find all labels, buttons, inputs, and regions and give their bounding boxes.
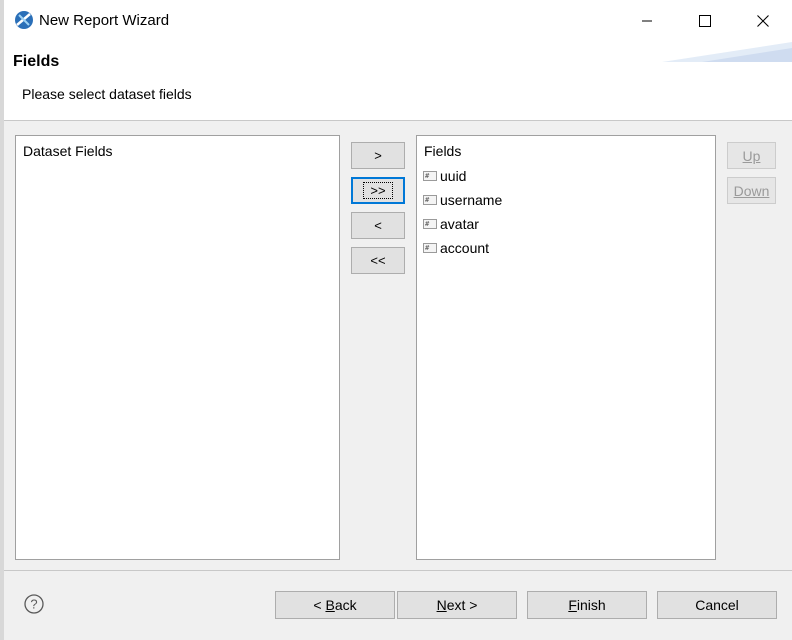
minimize-icon: [642, 20, 652, 22]
selected-fields-header: Fields: [424, 143, 462, 159]
dataset-fields-header: Dataset Fields: [23, 143, 113, 159]
eclipse-birt-icon: [15, 11, 33, 29]
field-label: username: [440, 192, 503, 208]
add-field-button[interactable]: >: [351, 142, 405, 169]
move-up-label: Up: [742, 147, 761, 164]
back-mnemonic: B: [325, 597, 335, 613]
remove-field-button[interactable]: <: [351, 212, 405, 239]
maximize-icon: [699, 15, 711, 27]
back-button[interactable]: < Back: [275, 591, 395, 619]
title-bar: New Report Wizard: [4, 0, 792, 42]
dataset-fields-list[interactable]: Dataset Fields: [15, 135, 340, 560]
list-item[interactable]: # uuid: [423, 165, 466, 187]
list-item[interactable]: # avatar: [423, 213, 479, 235]
close-icon: [757, 15, 769, 27]
close-button[interactable]: [734, 0, 792, 42]
move-down-button[interactable]: Down: [727, 177, 776, 204]
page-title: Fields: [13, 53, 60, 70]
next-rest: ext >: [446, 597, 478, 613]
field-icon: #: [423, 219, 437, 229]
back-prefix: <: [313, 597, 326, 613]
header-banner-graphic: [662, 42, 792, 62]
back-rest: ack: [334, 597, 357, 613]
field-label: account: [440, 240, 490, 256]
field-icon: #: [423, 243, 437, 253]
footer-divider: [4, 570, 792, 571]
move-down-label: Down: [733, 182, 770, 199]
add-all-label: >>: [363, 182, 393, 199]
field-icon: #: [423, 171, 437, 181]
help-icon[interactable]: ?: [24, 594, 44, 614]
wizard-header: Fields Please select dataset fields: [4, 42, 792, 120]
finish-button[interactable]: Finish: [527, 591, 647, 619]
add-all-fields-button[interactable]: >>: [351, 177, 405, 204]
next-button[interactable]: Next >: [397, 591, 517, 619]
list-item[interactable]: # username: [423, 189, 502, 211]
window-title: New Report Wizard: [39, 12, 170, 29]
svg-text:?: ?: [30, 597, 37, 612]
field-label: uuid: [440, 168, 467, 184]
finish-rest: inish: [576, 597, 606, 613]
field-icon: #: [423, 195, 437, 205]
list-item[interactable]: # account: [423, 237, 489, 259]
remove-all-fields-button[interactable]: <<: [351, 247, 405, 274]
field-label: avatar: [440, 216, 479, 232]
finish-mnemonic: F: [568, 597, 577, 613]
page-description: Please select dataset fields: [22, 86, 192, 102]
cancel-button[interactable]: Cancel: [657, 591, 777, 619]
next-mnemonic: N: [436, 597, 447, 613]
header-divider: [4, 120, 792, 121]
minimize-button[interactable]: [618, 0, 676, 42]
wizard-window: New Report Wizard Fields Please select d…: [0, 0, 792, 640]
maximize-button[interactable]: [676, 0, 734, 42]
move-up-button[interactable]: Up: [727, 142, 776, 169]
selected-fields-list[interactable]: Fields # uuid # username # avatar # acco…: [416, 135, 716, 560]
